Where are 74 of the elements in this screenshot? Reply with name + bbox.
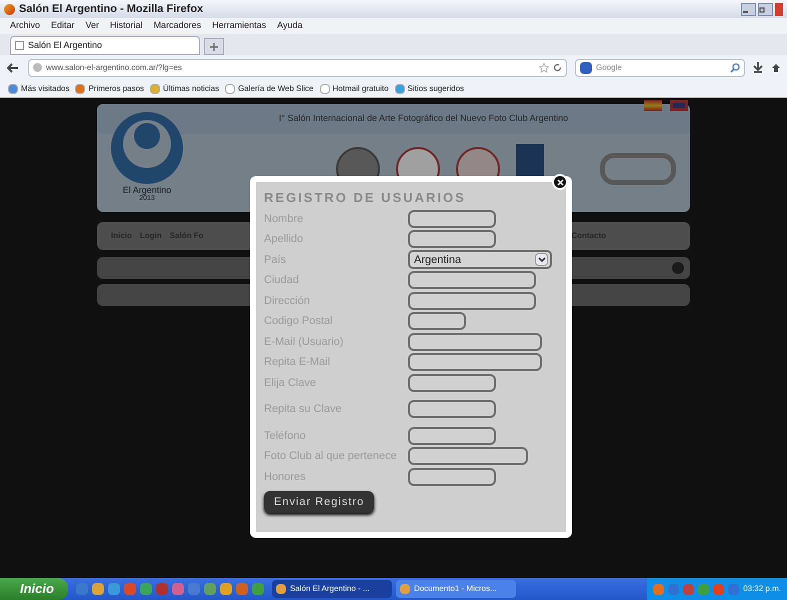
bookmark-link[interactable]: Sitios sugeridos	[394, 82, 464, 94]
bookmark-link[interactable]: Últimas noticias	[150, 82, 220, 94]
wordmark-logo-icon	[600, 153, 676, 185]
quick-launch-icon[interactable]	[204, 583, 216, 595]
input-field[interactable]	[408, 374, 496, 392]
browser-logo-icon	[4, 4, 15, 14]
minimize-button[interactable]	[741, 2, 756, 16]
logo-caption: El Argentino	[122, 186, 172, 195]
input-field[interactable]	[408, 312, 466, 330]
input-field[interactable]	[408, 447, 528, 466]
input-field[interactable]	[408, 426, 496, 445]
menu-item[interactable]: Archivo	[10, 19, 40, 33]
bookmark-link[interactable]: Primeros pasos	[75, 82, 144, 94]
restore-button[interactable]	[758, 2, 773, 16]
dialog-title: REGISTRO DE USUARIOS	[264, 189, 467, 207]
input-field[interactable]	[408, 332, 542, 351]
quick-launch-icon[interactable]	[92, 583, 104, 595]
input-field[interactable]	[408, 271, 536, 290]
menu-item[interactable]: Ayuda	[277, 19, 302, 33]
input-field[interactable]	[408, 230, 496, 248]
page-icon	[15, 41, 24, 50]
bookmark-icon	[150, 84, 160, 94]
bookmark-icon	[225, 84, 236, 94]
home-icon[interactable]	[771, 62, 781, 72]
site-title: I° Salón Internacional de Arte Fotográfico del Nuevo Foto Club Argentino	[278, 112, 568, 126]
restore-icon	[759, 6, 766, 12]
menu-item[interactable]: Herramientas	[212, 19, 266, 33]
back-arrow-icon	[7, 62, 19, 72]
quick-launch-icon[interactable]	[108, 583, 120, 595]
quick-launch-icon[interactable]	[220, 583, 232, 595]
new-tab-button[interactable]	[204, 38, 224, 55]
input-field[interactable]	[408, 400, 496, 418]
bookmark-link[interactable]: Hotmail gratuito	[320, 82, 389, 94]
quick-launch-icon[interactable]	[140, 583, 152, 595]
browser-tab[interactable]: Salón El Argentino	[10, 36, 200, 55]
x-icon	[556, 178, 564, 186]
input-field[interactable]	[408, 292, 536, 310]
clock: 03:32 p.m.	[743, 583, 781, 595]
submit-button[interactable]: Enviar Registro	[264, 491, 374, 513]
menu-item[interactable]: Marcadores	[154, 19, 202, 33]
spain-flag-icon[interactable]	[644, 100, 662, 111]
bookmark-icon	[75, 84, 86, 94]
taskbar-button[interactable]: Documento1 - Micros...	[396, 580, 516, 598]
bookmark-link[interactable]: Más visitados	[8, 82, 70, 94]
close-button[interactable]	[552, 174, 568, 190]
chevron-down-icon	[535, 253, 548, 266]
bookmark-link[interactable]: Galería de Web Slice	[225, 82, 314, 94]
input-field[interactable]	[408, 468, 496, 486]
address-bar[interactable]: www.salon-el-argentino.com.ar/?lg=es	[28, 58, 567, 76]
app-icon	[400, 584, 410, 594]
menu-item[interactable]: Editar	[51, 19, 75, 33]
input-field[interactable]	[408, 210, 496, 228]
taskbar-button[interactable]: Salón El Argentino - ...	[272, 580, 392, 598]
search-engine-icon	[580, 62, 592, 74]
menu-item[interactable]: Ver	[86, 19, 100, 33]
bookmark-icon	[394, 84, 405, 94]
search-icon[interactable]	[730, 62, 740, 72]
back-button[interactable]	[6, 60, 20, 74]
close-icon[interactable]	[672, 262, 684, 274]
bookmark-icon	[8, 84, 18, 94]
country-select[interactable]: Argentina	[408, 250, 552, 270]
star-icon[interactable]	[539, 62, 549, 72]
input-field[interactable]	[408, 353, 542, 372]
app-icon	[276, 584, 286, 594]
plus-icon	[210, 42, 218, 50]
window-title: Salón El Argentino - Mozilla Firefox	[19, 2, 204, 17]
search-field[interactable]: Google	[575, 58, 745, 76]
reload-icon[interactable]	[553, 63, 562, 72]
quick-launch-icon[interactable]	[252, 583, 264, 595]
ring-logo-icon	[109, 110, 185, 186]
download-arrow-icon[interactable]	[753, 62, 763, 73]
menu-item[interactable]: Historial	[110, 19, 143, 33]
start-button[interactable]: Inicio	[0, 578, 68, 600]
bookmark-icon	[320, 84, 330, 94]
